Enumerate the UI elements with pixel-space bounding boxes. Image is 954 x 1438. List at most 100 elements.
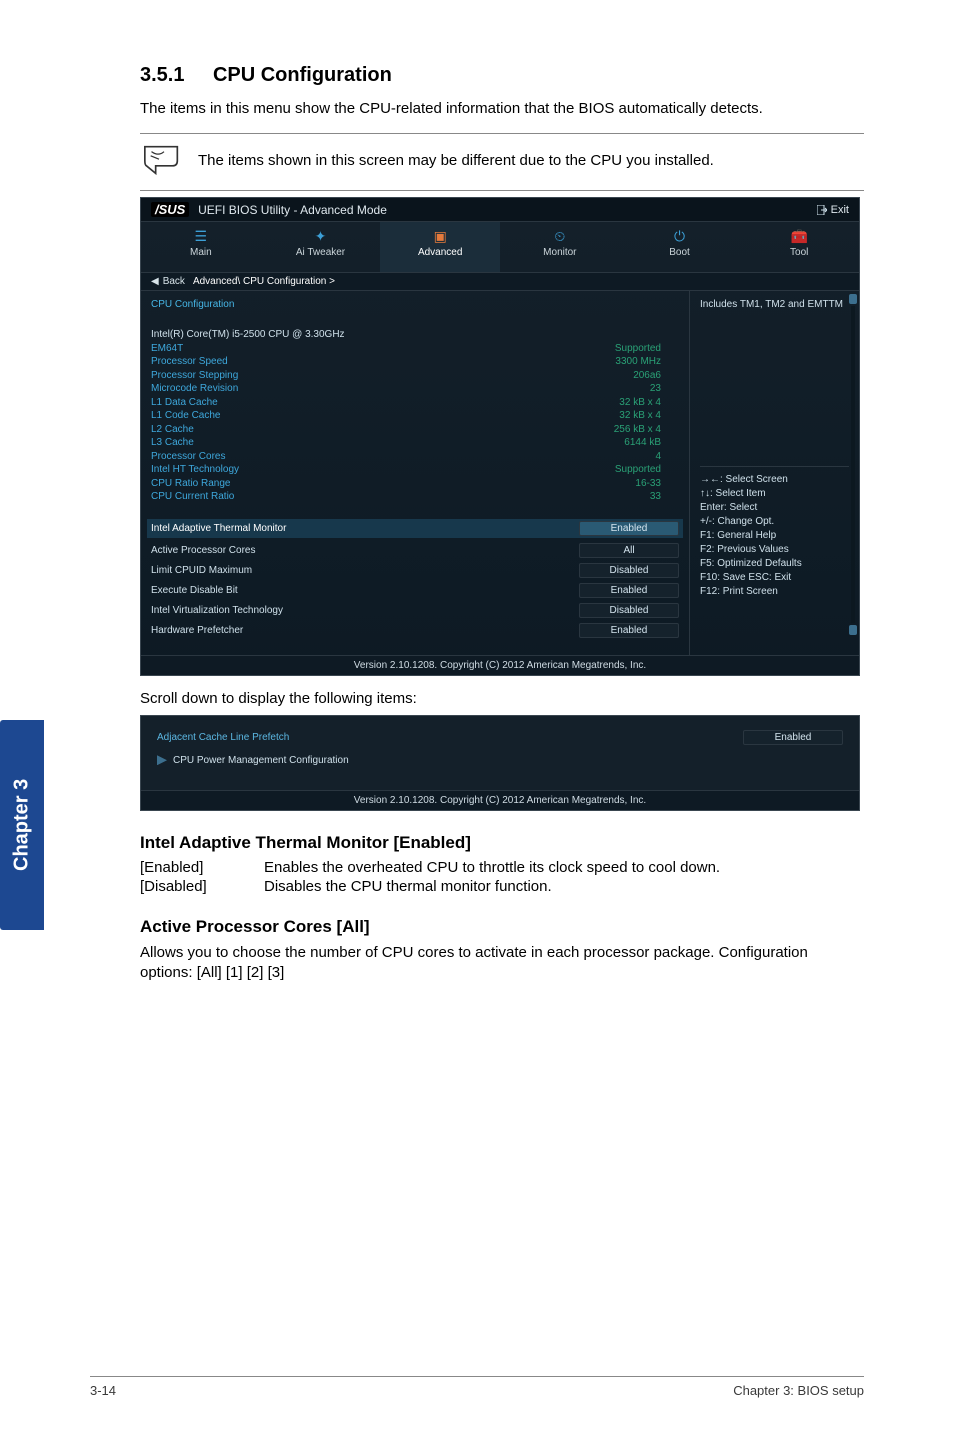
breadcrumb: ◀ Back Advanced\ CPU Configuration > (141, 273, 859, 291)
hint: F10: Save ESC: Exit (700, 571, 849, 585)
tab-label: Boot (620, 247, 740, 258)
note-icon (144, 144, 184, 176)
hint: F2: Previous Values (700, 543, 849, 557)
option-value[interactable]: Enabled (579, 521, 679, 536)
info-row: Processor Speed 3300 MHz (151, 355, 679, 369)
intro-text: The items in this menu show the CPU-rela… (140, 99, 864, 119)
info-key: L1 Data Cache (151, 396, 218, 410)
info-val: 206a6 (633, 369, 661, 383)
exit-button[interactable]: Exit (817, 204, 849, 216)
chapter-label: Chapter 3: BIOS setup (733, 1383, 864, 1398)
tab-monitor[interactable]: ⏲Monitor (500, 222, 620, 272)
info-row: EM64TSupported (151, 342, 679, 356)
option-label: Adjacent Cache Line Prefetch (157, 732, 289, 743)
def-key: [Disabled] (140, 878, 226, 895)
option-cpuid-max[interactable]: Limit CPUID Maximum Disabled (151, 563, 679, 578)
bios-window: /SUS UEFI BIOS Utility - Advanced Mode E… (140, 197, 860, 676)
hint: F12: Print Screen (700, 585, 849, 599)
option-heading: Active Processor Cores [All] (140, 917, 864, 937)
info-key: Intel HT Technology (151, 463, 239, 477)
option-label: Intel Virtualization Technology (151, 605, 283, 616)
page-number: 3-14 (90, 1383, 116, 1398)
bios-right-pane: Includes TM1, TM2 and EMTTM →←: Select S… (689, 291, 859, 655)
info-row: Processor Stepping206a6 (151, 369, 679, 383)
option-value[interactable]: Disabled (579, 603, 679, 618)
def-val: Disables the CPU thermal monitor functio… (264, 878, 552, 895)
info-key: CPU Ratio Range (151, 477, 230, 491)
info-row: L1 Code Cache 32 kB x 4 (151, 409, 679, 423)
back-button[interactable]: ◀ Back (151, 276, 185, 287)
bios-window-scrolled: Adjacent Cache Line Prefetch Enabled CPU… (140, 715, 860, 811)
arrow-left-icon: ◀ (151, 276, 159, 287)
info-key: L3 Cache (151, 436, 194, 450)
option-value[interactable]: Enabled (579, 623, 679, 638)
hint: F1: General Help (700, 529, 849, 543)
chip-icon: ▣ (434, 228, 447, 244)
exit-label: Exit (831, 204, 849, 216)
bios-footer: Version 2.10.1208. Copyright (C) 2012 Am… (141, 790, 859, 810)
bios-tabs: ☰Main ✦ Ai Tweaker ▣Advanced ⏲Monitor ⏻ Bo… (141, 222, 859, 273)
tab-label: Main (141, 247, 261, 258)
info-val: 3300 MHz (615, 355, 661, 369)
info-row: CPU Current Ratio33 (151, 490, 679, 504)
info-row: Microcode Revision23 (151, 382, 679, 396)
tab-tool[interactable]: 🧰Tool (739, 222, 859, 272)
info-row: CPU Ratio Range16-33 (151, 477, 679, 491)
breadcrumb-path: Advanced\ CPU Configuration > (193, 276, 335, 287)
info-row: Processor Cores 4 (151, 450, 679, 464)
option-label: Active Processor Cores (151, 545, 255, 556)
section-title: CPU Configuration (213, 64, 392, 87)
submenu-cpu-power-mgmt[interactable]: CPU Power Management Configuration (157, 755, 843, 766)
option-thermal-monitor[interactable]: Intel Adaptive Thermal Monitor Enabled (147, 519, 683, 538)
info-key: Processor Speed (151, 355, 228, 369)
back-label: Back (163, 276, 185, 287)
section-header: 3.5.1 CPU Configuration (140, 64, 864, 87)
option-adjacent-prefetch[interactable]: Adjacent Cache Line Prefetch Enabled (157, 730, 843, 745)
info-row: L1 Data Cache32 kB x 4 (151, 396, 679, 410)
info-key: CPU Current Ratio (151, 490, 234, 504)
scroll-track[interactable] (851, 306, 855, 623)
info-row: L3 Cache 6144 kB (151, 436, 679, 450)
info-val: Supported (615, 463, 661, 477)
info-row: Intel HT Technology Supported (151, 463, 679, 477)
chevron-right-icon (157, 755, 167, 765)
tab-boot[interactable]: ⏻ Boot (620, 222, 740, 272)
info-val: 32 kB x 4 (619, 409, 661, 423)
definition-row: [Disabled] Disables the CPU thermal monit… (140, 878, 864, 895)
tab-main[interactable]: ☰Main (141, 222, 261, 272)
scrollbar[interactable] (849, 294, 857, 635)
info-val: 4 (655, 450, 661, 464)
wand-icon: ✦ (315, 228, 327, 244)
option-value[interactable]: All (579, 543, 679, 558)
info-val: 6144 kB (624, 436, 661, 450)
option-value[interactable]: Enabled (579, 583, 679, 598)
note-row: The items shown in this screen may be di… (140, 138, 864, 182)
tab-label: Ai Tweaker (261, 247, 381, 258)
option-heading: Intel Adaptive Thermal Monitor [Enabled] (140, 833, 864, 853)
exit-icon (817, 205, 827, 215)
option-value[interactable]: Enabled (743, 730, 843, 745)
tab-ai[interactable]: ✦ Ai Tweaker (261, 222, 381, 272)
scroll-down-icon[interactable] (849, 625, 857, 635)
option-active-cores[interactable]: Active Processor Cores All (151, 543, 679, 558)
power-icon: ⏻ (674, 228, 685, 244)
info-key: Processor Cores (151, 450, 225, 464)
option-label: Limit CPUID Maximum (151, 565, 252, 576)
group-title: CPU Configuration (151, 299, 679, 310)
divider (140, 190, 864, 191)
option-prefetcher[interactable]: Hardware Prefetcher Enabled (151, 623, 679, 638)
hint: Enter: Select (700, 501, 849, 515)
tab-advanced[interactable]: ▣Advanced (380, 222, 500, 272)
option-value[interactable]: Disabled (579, 563, 679, 578)
scroll-up-icon[interactable] (849, 294, 857, 304)
bios-titlebar: /SUS UEFI BIOS Utility - Advanced Mode E… (141, 198, 859, 222)
note-text: The items shown in this screen may be di… (198, 152, 714, 169)
option-vt[interactable]: Intel Virtualization Technology Disabled (151, 603, 679, 618)
option-execute-disable[interactable]: Execute Disable Bit Enabled (151, 583, 679, 598)
bios-title: UEFI BIOS Utility - Advanced Mode (198, 203, 387, 217)
option-body: Allows you to choose the number of CPU c… (140, 943, 864, 984)
tab-label: Tool (739, 247, 859, 258)
info-key: L1 Code Cache (151, 409, 221, 423)
def-val: Enables the overheated CPU to throttle i… (264, 859, 720, 876)
submenu-label: CPU Power Management Configuration (173, 755, 349, 766)
